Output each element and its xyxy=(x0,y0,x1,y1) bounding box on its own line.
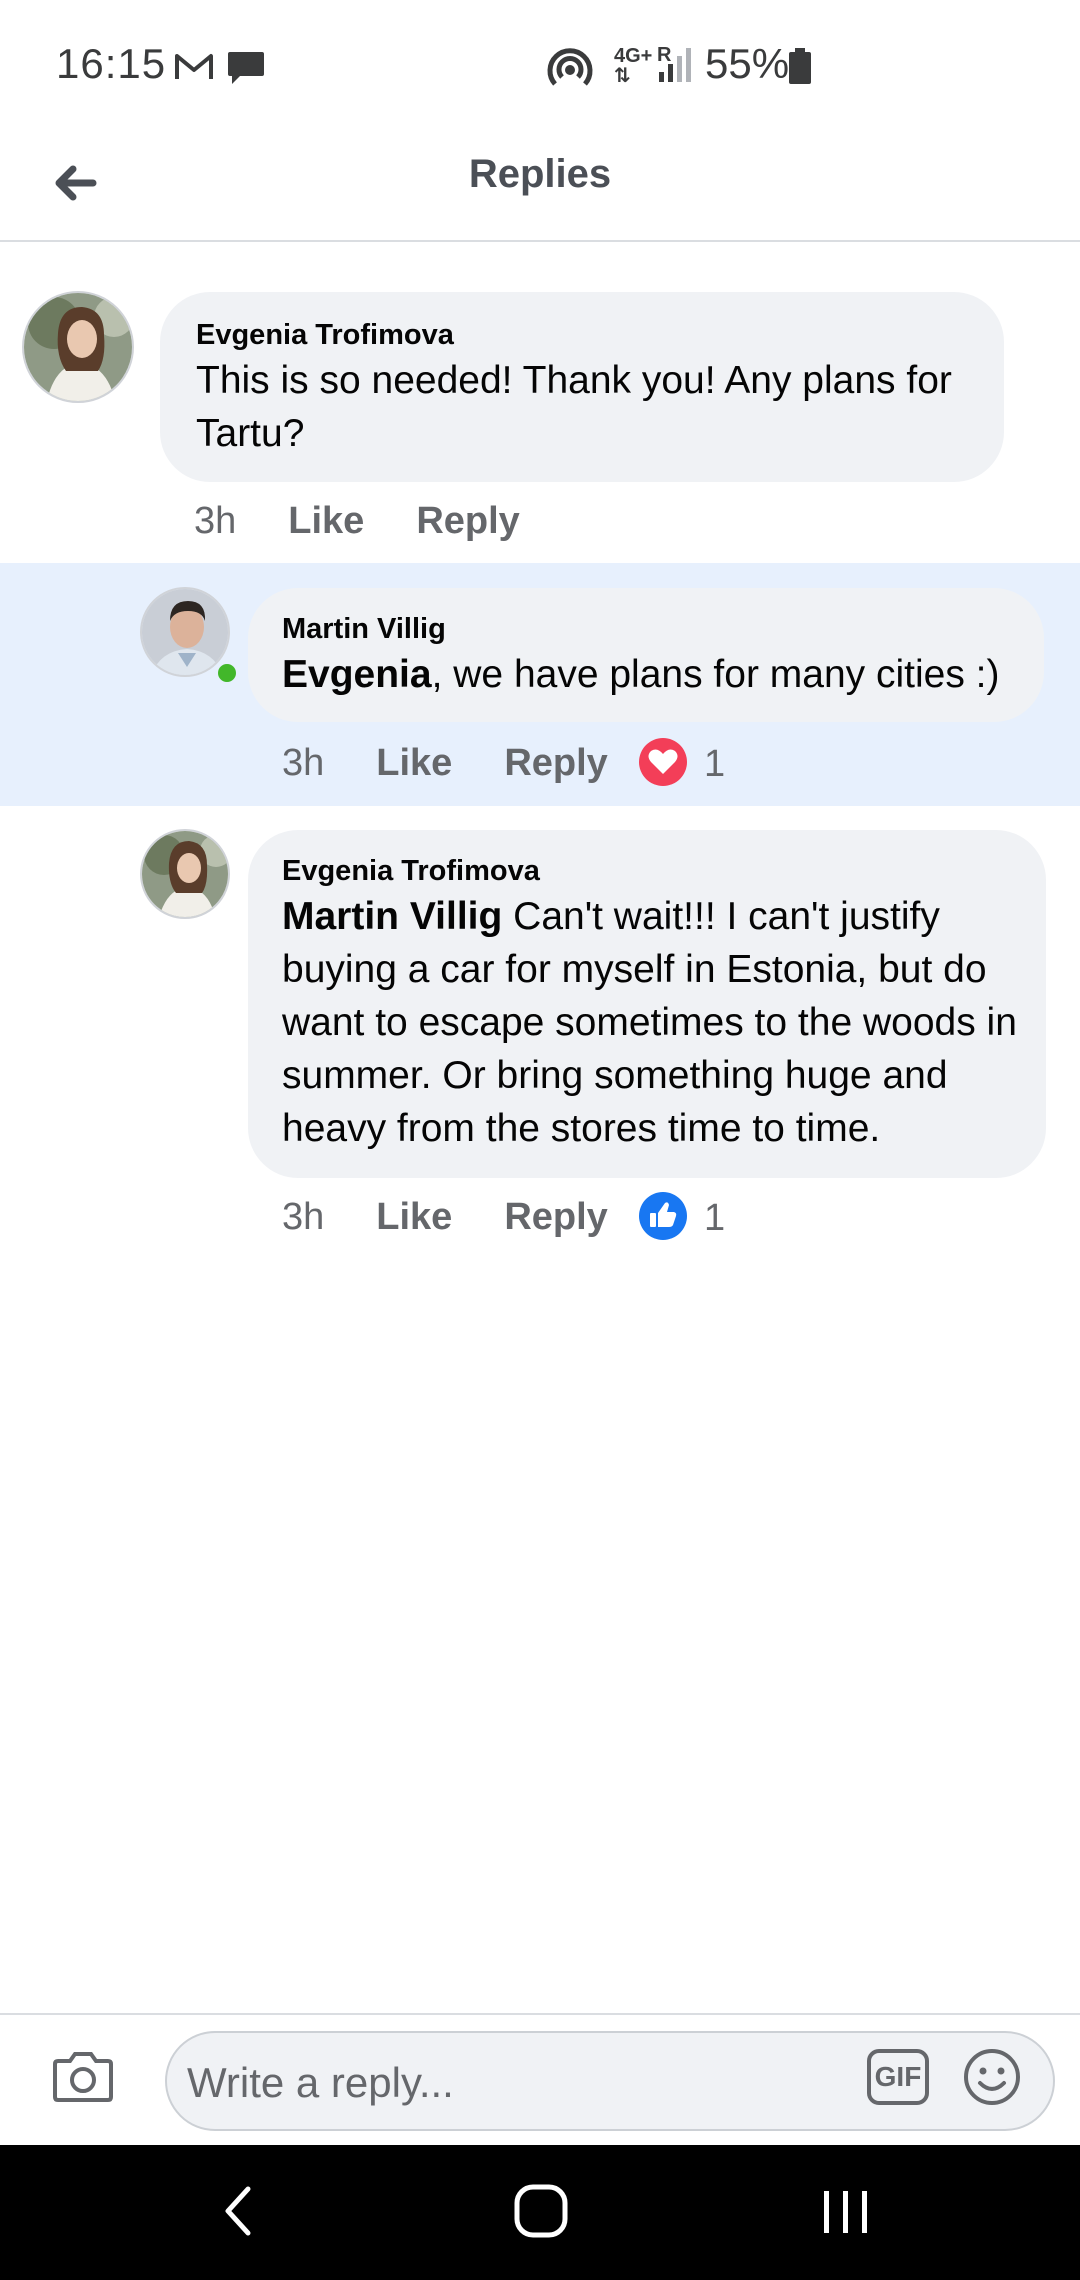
nav-back-icon xyxy=(218,2186,258,2245)
system-nav-bar xyxy=(0,2145,1080,2280)
reaction-count: 1 xyxy=(704,742,726,785)
like-button[interactable]: Like xyxy=(376,742,452,785)
love-reaction-icon xyxy=(638,737,688,792)
status-time: 16:15 xyxy=(56,40,167,87)
like-button[interactable]: Like xyxy=(376,1196,452,1239)
nav-home-icon xyxy=(513,2184,569,2245)
battery-icon xyxy=(788,48,812,89)
gmail-icon xyxy=(174,52,214,87)
gif-icon: GIF xyxy=(867,2049,929,2105)
avatar[interactable] xyxy=(22,291,134,403)
network-type: 4G+ ⇅ xyxy=(614,45,653,87)
comment-bubble[interactable]: Evgenia Trofimova Martin Villig Can't wa… xyxy=(248,830,1046,1178)
comment-actions: 3h Like Reply xyxy=(282,742,608,785)
emoji-button[interactable] xyxy=(962,2047,1022,2112)
like-button[interactable]: Like xyxy=(288,500,364,543)
comment-author[interactable]: Evgenia Trofimova xyxy=(196,319,454,352)
reply-placeholder: Write a reply... xyxy=(187,2059,454,2106)
comment-time[interactable]: 3h xyxy=(194,500,236,543)
gif-button[interactable]: GIF xyxy=(867,2049,929,2105)
comment-actions: 3h Like Reply xyxy=(194,500,520,543)
mention-link[interactable]: Martin Villig xyxy=(282,895,502,938)
comment-actions: 3h Like Reply xyxy=(282,1196,608,1239)
nav-recents-button[interactable] xyxy=(820,2181,872,2246)
status-bar: 16:15 4G+ ⇅ R 55% xyxy=(0,0,1080,130)
comment-time[interactable]: 3h xyxy=(282,1196,324,1239)
comment-author[interactable]: Evgenia Trofimova xyxy=(282,855,540,888)
network-label: 4G+ xyxy=(614,45,653,67)
hotspot-icon xyxy=(545,44,595,95)
reply-input[interactable]: Write a reply... GIF xyxy=(165,2031,1055,2131)
reaction-count: 1 xyxy=(704,1196,726,1239)
camera-button[interactable] xyxy=(52,2051,114,2108)
comment-text: Martin Villig Can't wait!!! I can't just… xyxy=(282,890,1034,1155)
battery-percent: 55% xyxy=(705,40,790,87)
camera-icon xyxy=(52,2052,114,2107)
page-title: Replies xyxy=(468,152,612,196)
reply-composer: Write a reply... GIF xyxy=(0,2013,1080,2145)
reply-button[interactable]: Reply xyxy=(504,1196,607,1239)
online-status-indicator xyxy=(214,660,240,686)
comment-author[interactable]: Martin Villig xyxy=(282,613,446,646)
mention-link[interactable]: Evgenia xyxy=(282,653,432,696)
nav-recents-icon xyxy=(820,2191,872,2245)
comment-bubble[interactable]: Martin Villig Evgenia, we have plans for… xyxy=(248,588,1044,722)
message-icon xyxy=(226,50,266,93)
emoji-icon xyxy=(962,2049,1022,2111)
reaction-summary[interactable]: 1 xyxy=(638,737,726,792)
nav-home-button[interactable] xyxy=(513,2181,569,2246)
like-reaction-icon xyxy=(638,1191,688,1246)
header: Replies xyxy=(0,130,1080,242)
comment-time[interactable]: 3h xyxy=(282,742,324,785)
reply-button[interactable]: Reply xyxy=(504,742,607,785)
avatar[interactable] xyxy=(140,829,230,919)
nav-back-button[interactable] xyxy=(218,2181,258,2246)
comment-body: , we have plans for many cities :) xyxy=(431,653,1000,696)
reply-button[interactable]: Reply xyxy=(416,500,519,543)
comment-bubble[interactable]: Evgenia Trofimova This is so needed! Tha… xyxy=(160,292,1004,482)
gif-label: GIF xyxy=(874,2061,922,2092)
comment-text: This is so needed! Thank you! Any plans … xyxy=(196,359,952,455)
comment-text: Evgenia, we have plans for many cities :… xyxy=(282,648,1032,701)
reaction-summary[interactable]: 1 xyxy=(638,1191,726,1246)
